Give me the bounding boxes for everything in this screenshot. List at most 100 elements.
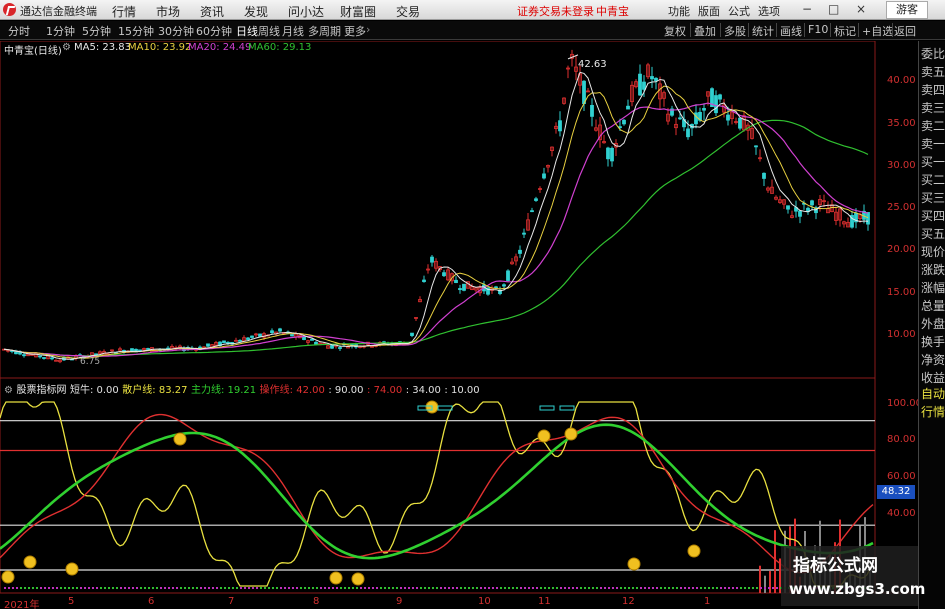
sidebar-item-quotes[interactable]: 行情 [921,403,945,420]
period-daily[interactable]: 日线 [236,23,258,39]
sidebar-item-earnings[interactable]: 收益 [921,369,945,386]
period-monthly[interactable]: 月线 [282,23,304,39]
menu-item-ask[interactable]: 问小达 [288,3,324,20]
more-chevron-icon[interactable]: › [366,23,370,36]
menu-item-wealth[interactable]: 财富圈 [340,3,376,20]
overlay-button[interactable]: 叠加 [694,23,716,39]
period-minute[interactable]: 分时 [8,23,30,39]
signal-dot [184,587,186,589]
signal-dot [288,587,290,589]
signal-dot [104,587,106,589]
candle-body [50,357,54,360]
sidebar-item-ask2[interactable]: 卖二 [921,117,945,134]
signal-dot [64,587,66,589]
signal-dot [148,587,150,589]
menu-item-discover[interactable]: 发现 [244,3,268,20]
sidebar-item-outer[interactable]: 外盘 [921,315,945,332]
maximize-icon[interactable]: □ [828,2,839,16]
signal-dot [304,587,306,589]
sidebar-item-change[interactable]: 涨跌 [921,261,945,278]
menu-function-button[interactable]: 功能 [668,3,690,19]
menu-layout-button[interactable]: 版面 [698,3,720,19]
candle-body [310,338,314,341]
smiley-icon [173,432,187,446]
sidebar-item-ask4[interactable]: 卖四 [921,81,945,98]
candle-body [590,105,594,117]
period-weekly[interactable]: 周线 [258,23,280,39]
settings-gear-icon[interactable]: ⚙ [62,42,71,53]
signal-dot [632,587,634,589]
candle-body [522,232,526,235]
period-1min[interactable]: 1分钟 [46,23,75,39]
sidebar-item-change-pct[interactable]: 涨幅 [921,279,945,296]
signal-dot [656,587,658,589]
guest-button[interactable]: 游客 [886,1,928,19]
signal-dot [432,587,434,589]
period-15min[interactable]: 15分钟 [118,23,154,39]
signal-dot [88,587,90,589]
menu-item-trade[interactable]: 交易 [396,3,420,20]
sidebar-item-net-assets[interactable]: 净资 [921,351,945,368]
indicator-axis-tick: 60.00 [887,471,916,482]
signal-dot [636,587,638,589]
mark-button[interactable]: 标记 [834,23,856,39]
multi-stock-button[interactable]: 多股 [724,23,746,39]
sidebar-item-ask1[interactable]: 卖一 [921,135,945,152]
sidebar-item-bid5[interactable]: 买五 [921,225,945,242]
indicator-legend: ⚙ 股票指标网 短牛: 0.00 散户线: 83.27 主力线: 19.21 操… [4,381,480,396]
period-more[interactable]: 更多 [344,23,366,39]
indicator-param: 主力线: 19.21 [190,385,257,396]
date-axis-tick: 10 [478,596,491,607]
signal-dot [24,587,26,589]
period-multi[interactable]: 多周期 [308,23,341,39]
period-5min[interactable]: 5分钟 [82,23,111,39]
app-logo-icon [3,3,16,16]
signal-dot [200,587,202,589]
sidebar-item-bid3[interactable]: 买三 [921,189,945,206]
back-button[interactable]: 返回 [894,23,916,39]
low-price-label: 6.75 [80,357,101,367]
sidebar-item-ask3[interactable]: 卖三 [921,99,945,116]
sidebar-item-bid2[interactable]: 买二 [921,171,945,188]
sidebar-item-ask5[interactable]: 卖五 [921,63,945,80]
sidebar-item-turnover[interactable]: 换手 [921,333,945,350]
statistics-button[interactable]: 统计 [752,23,774,39]
toolbar-divider [892,23,893,37]
candle-body [258,333,262,337]
signal-dot [380,587,382,589]
candle-body [762,172,766,179]
candle-body [42,357,46,359]
menu-item-news[interactable]: 资讯 [200,3,224,20]
signal-dot [464,587,466,589]
smiley-icon [351,572,365,586]
ma5-label: MA5: 23.83 [74,42,132,53]
login-notice[interactable]: 证券交易未登录 [517,3,594,19]
close-icon[interactable]: × [856,2,866,16]
signal-dot [748,587,750,589]
signal-dot [592,587,594,589]
chart-area[interactable] [0,41,918,609]
minimize-icon[interactable]: − [802,2,812,16]
menu-options-button[interactable]: 选项 [758,3,780,19]
menu-item-quotes[interactable]: 行情 [112,3,136,20]
period-60min[interactable]: 60分钟 [196,23,232,39]
menu-item-market[interactable]: 市场 [156,3,180,20]
sidebar-item-volume[interactable]: 总量 [921,297,945,314]
sidebar-item-price[interactable]: 现价 [921,243,945,260]
candle-body [718,94,722,100]
signal-dot [468,587,470,589]
price-axis-tick: 25.00 [887,202,916,213]
indicator-gear-icon[interactable]: ⚙ [4,385,13,396]
add-watchlist-button[interactable]: +自选 [862,23,893,39]
sidebar-item-auto[interactable]: 自动 [921,385,945,402]
draw-line-button[interactable]: 画线 [780,23,802,39]
f10-button[interactable]: F10 [808,23,828,36]
signal-dot [704,587,706,589]
sidebar-item-bid-ratio[interactable]: 委比 [921,45,945,62]
sidebar-item-bid4[interactable]: 买四 [921,207,945,224]
indicator-name[interactable]: 股票指标网 [16,385,66,396]
adjust-button[interactable]: 复权 [664,23,686,39]
sidebar-item-bid1[interactable]: 买一 [921,153,945,170]
period-30min[interactable]: 30分钟 [158,23,194,39]
menu-formula-button[interactable]: 公式 [728,3,750,19]
